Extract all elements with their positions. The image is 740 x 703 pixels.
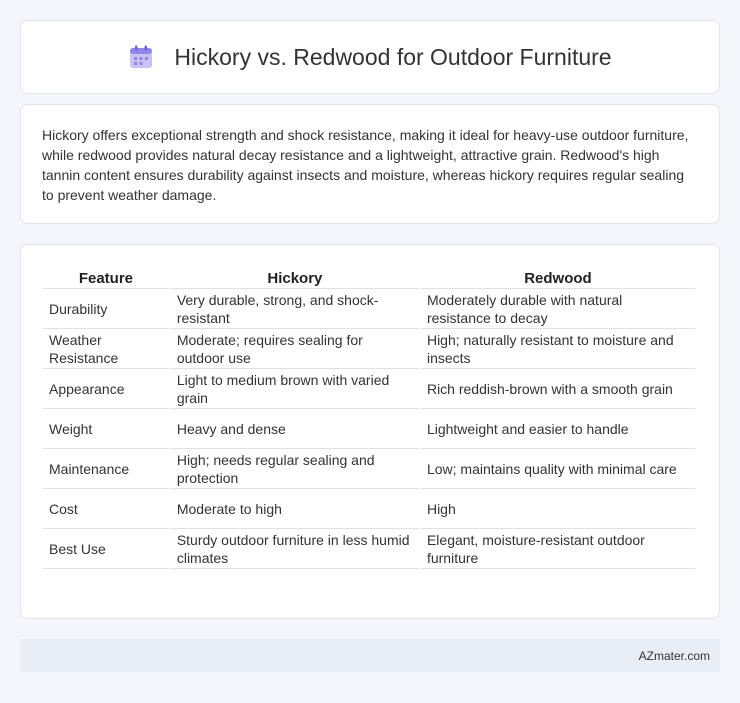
summary-card: Hickory offers exceptional strength and … — [20, 104, 720, 224]
redwood-cell: Rich reddish-brown with a smooth grain — [420, 369, 695, 409]
comparison-table: Feature Hickory Redwood Durability Very … — [41, 265, 697, 569]
redwood-cell: Elegant, moisture-resistant outdoor furn… — [420, 529, 695, 569]
table-row: Weight Heavy and dense Lightweight and e… — [43, 409, 695, 449]
footer-source-link[interactable]: AZmater.com — [639, 649, 710, 663]
page-title: Hickory vs. Redwood for Outdoor Furnitur… — [174, 43, 612, 70]
header-feature: Feature — [43, 265, 169, 289]
feature-cell: Appearance — [43, 369, 169, 409]
hickory-cell: Moderate; requires sealing for outdoor u… — [170, 329, 419, 369]
hickory-cell: Heavy and dense — [170, 409, 419, 449]
table-row: Weather Resistance Moderate; requires se… — [43, 329, 695, 369]
hickory-cell: Light to medium brown with varied grain — [170, 369, 419, 409]
table-header-row: Feature Hickory Redwood — [43, 265, 695, 289]
feature-cell: Durability — [43, 289, 169, 329]
calendar-icon — [128, 44, 154, 70]
summary-text: Hickory offers exceptional strength and … — [42, 127, 689, 203]
table-row: Best Use Sturdy outdoor furniture in les… — [43, 529, 695, 569]
redwood-cell: High; naturally resistant to moisture an… — [420, 329, 695, 369]
redwood-cell: Moderately durable with natural resistan… — [420, 289, 695, 329]
feature-cell: Cost — [43, 489, 169, 529]
table-row: Maintenance High; needs regular sealing … — [43, 449, 695, 489]
feature-cell: Weather Resistance — [43, 329, 169, 369]
feature-cell: Best Use — [43, 529, 169, 569]
feature-cell: Weight — [43, 409, 169, 449]
redwood-cell: Low; maintains quality with minimal care — [420, 449, 695, 489]
table-row: Appearance Light to medium brown with va… — [43, 369, 695, 409]
header-hickory: Hickory — [170, 265, 419, 289]
hickory-cell: Moderate to high — [170, 489, 419, 529]
hickory-cell: Very durable, strong, and shock-resistan… — [170, 289, 419, 329]
footer: AZmater.com — [20, 639, 720, 672]
comparison-table-card: Feature Hickory Redwood Durability Very … — [20, 244, 720, 619]
feature-cell: Maintenance — [43, 449, 169, 489]
table-row: Cost Moderate to high High — [43, 489, 695, 529]
hickory-cell: High; needs regular sealing and protecti… — [170, 449, 419, 489]
title-card: Hickory vs. Redwood for Outdoor Furnitur… — [20, 20, 720, 94]
redwood-cell: High — [420, 489, 695, 529]
header-redwood: Redwood — [420, 265, 695, 289]
table-row: Durability Very durable, strong, and sho… — [43, 289, 695, 329]
redwood-cell: Lightweight and easier to handle — [420, 409, 695, 449]
hickory-cell: Sturdy outdoor furniture in less humid c… — [170, 529, 419, 569]
